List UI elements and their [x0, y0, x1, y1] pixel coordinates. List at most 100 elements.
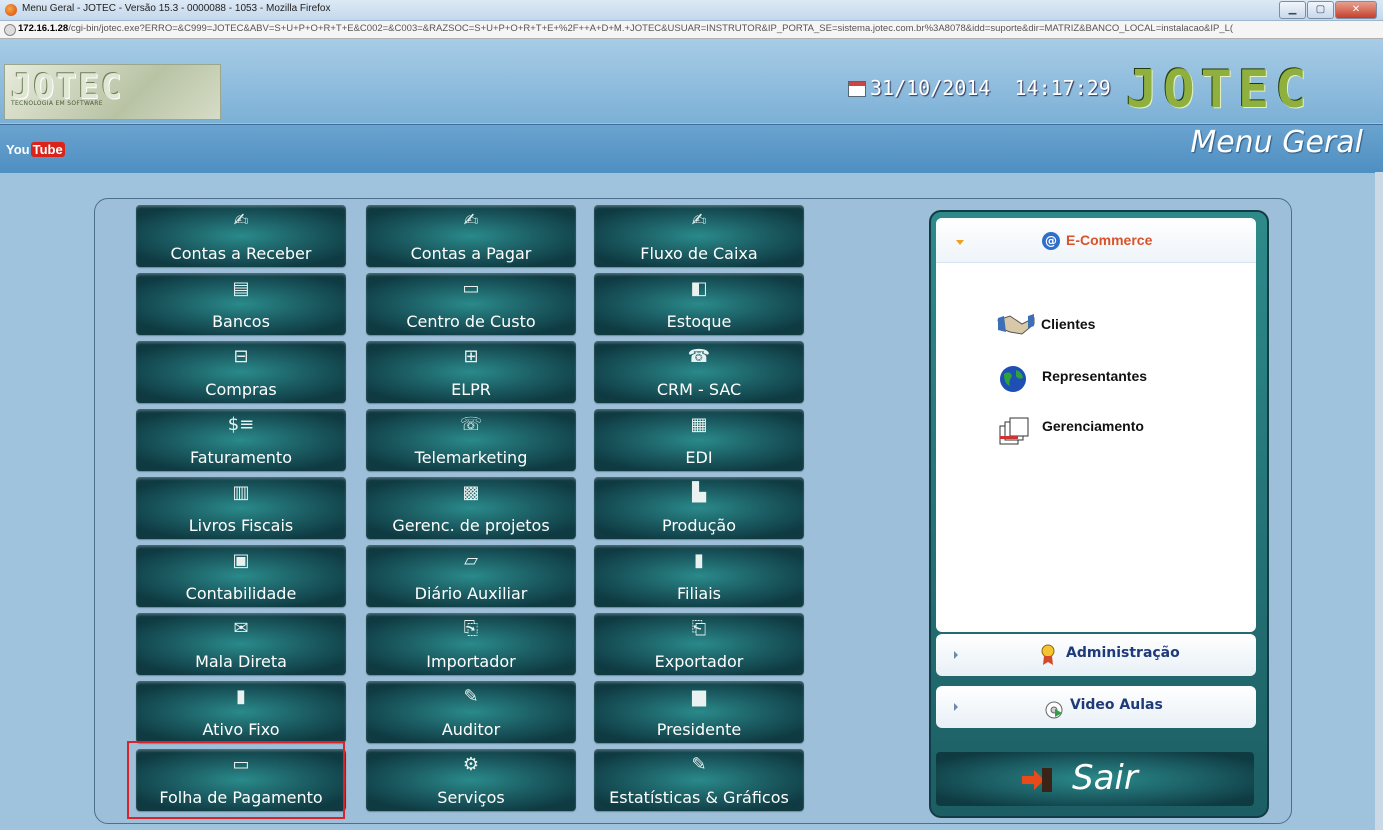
module-button[interactable]: ▙ Produção	[594, 477, 804, 539]
module-icon: ⊞	[463, 346, 479, 367]
sidebar-item-clientes[interactable]: Clientes	[1041, 316, 1095, 332]
module-label: Filiais	[677, 584, 721, 603]
module-label: Compras	[205, 380, 277, 399]
module-label: Gerenc. de projetos	[392, 516, 550, 535]
module-label: CRM - SAC	[656, 380, 742, 399]
module-button[interactable]: ✍ Fluxo de Caixa	[594, 205, 804, 267]
ecommerce-title: E-Commerce	[1066, 232, 1153, 248]
module-button[interactable]: ▮ Ativo Fixo	[136, 681, 346, 743]
module-label: Produção	[661, 516, 737, 535]
module-button[interactable]: ⊟ Compras	[136, 341, 346, 403]
collapse-arrow-icon	[954, 703, 958, 711]
sair-button[interactable]: Sair	[936, 752, 1254, 806]
module-icon: ☏	[459, 414, 483, 435]
handshake-icon	[997, 314, 1035, 335]
title-band	[0, 124, 1383, 173]
module-label: Bancos	[212, 312, 270, 331]
module-button[interactable]: ▮ Filiais	[594, 545, 804, 607]
url-text[interactable]: 172.16.1.28/cgi-bin/jotec.exe?ERRO=&C999…	[18, 23, 1378, 34]
module-button[interactable]: ⊞ ELPR	[366, 341, 576, 403]
module-label: Faturamento	[190, 448, 292, 467]
sidebar-item-representantes[interactable]: Representantes	[1042, 368, 1147, 384]
module-button[interactable]: ▥ Livros Fiscais	[136, 477, 346, 539]
module-icon: ✍	[463, 210, 479, 231]
module-label: Fluxo de Caixa	[640, 244, 758, 263]
brand-logo: JOTEC	[1126, 60, 1313, 120]
module-icon: ◧	[690, 278, 708, 299]
module-label: Contabilidade	[185, 584, 297, 603]
module-label: Ativo Fixo	[202, 720, 280, 739]
module-button[interactable]: ⚙ Serviços	[366, 749, 576, 811]
minimize-button[interactable]: ▁	[1279, 1, 1306, 19]
expand-arrow-icon	[956, 240, 964, 245]
module-button[interactable]: ▱ Diário Auxiliar	[366, 545, 576, 607]
maximize-button[interactable]: ▢	[1307, 1, 1334, 19]
youtube-link[interactable]: You Tube	[6, 142, 65, 157]
module-icon: ✍	[691, 210, 707, 231]
video-icon	[1045, 701, 1063, 719]
module-button[interactable]: ▦ EDI	[594, 409, 804, 471]
module-button[interactable]: ▆ Presidente	[594, 681, 804, 743]
url-path: /cgi-bin/jotec.exe?ERRO=&C999=JOTEC&ABV=…	[68, 23, 1234, 34]
module-icon: ▱	[464, 550, 478, 571]
module-label: Livros Fiscais	[188, 516, 294, 535]
module-icon: ▆	[692, 686, 706, 707]
at-icon: @	[1042, 232, 1060, 250]
module-label: EDI	[685, 448, 713, 467]
module-button[interactable]: ✎ Auditor	[366, 681, 576, 743]
module-label: Auditor	[441, 720, 501, 739]
module-button[interactable]: ▤ Bancos	[136, 273, 346, 335]
module-button[interactable]: ✍ Contas a Pagar	[366, 205, 576, 267]
youtube-tube: Tube	[30, 142, 65, 157]
module-icon: ▮	[694, 550, 704, 571]
page-scrollbar[interactable]	[1375, 172, 1383, 830]
module-button[interactable]: ⎗ Exportador	[594, 613, 804, 675]
sidebar-item-gerenciamento[interactable]: Gerenciamento	[1042, 418, 1144, 434]
jotec-logo: JOTEC TECNOLOGIA EM SOFTWARE	[4, 64, 221, 120]
module-label: Presidente	[656, 720, 742, 739]
module-icon: ✍	[233, 210, 249, 231]
module-button[interactable]: ☎ CRM - SAC	[594, 341, 804, 403]
module-button[interactable]: ☏ Telemarketing	[366, 409, 576, 471]
selection-highlight	[127, 741, 345, 819]
module-icon: ▤	[232, 278, 250, 299]
module-label: Diário Auxiliar	[414, 584, 528, 603]
module-icon: ▥	[232, 482, 250, 503]
module-button[interactable]: ▭ Centro de Custo	[366, 273, 576, 335]
administracao-title: Administração	[1066, 645, 1180, 661]
module-icon: ▩	[462, 482, 480, 503]
current-date: 31/10/2014	[870, 76, 991, 100]
url-host: 172.16.1.28	[18, 23, 69, 34]
date-time: 31/10/2014 14:17:29	[848, 76, 1111, 100]
module-label: Importador	[426, 652, 516, 671]
module-icon: $≡	[227, 414, 255, 435]
award-icon	[1041, 644, 1055, 665]
module-button[interactable]: ✍ Contas a Receber	[136, 205, 346, 267]
module-button[interactable]: ▣ Contabilidade	[136, 545, 346, 607]
administracao-section[interactable]: Administração	[936, 634, 1256, 676]
logo-subtitle: TECNOLOGIA EM SOFTWARE	[11, 100, 103, 107]
module-button[interactable]: ◧ Estoque	[594, 273, 804, 335]
firefox-icon	[5, 4, 17, 16]
module-icon: ✎	[463, 686, 479, 707]
module-button[interactable]: ⎘ Importador	[366, 613, 576, 675]
module-label: Estoque	[666, 312, 732, 331]
module-icon: ▦	[690, 414, 708, 435]
current-time: 14:17:29	[1014, 76, 1111, 100]
close-button[interactable]: ✕	[1335, 1, 1377, 19]
module-label: Exportador	[654, 652, 744, 671]
youtube-you: You	[6, 142, 30, 157]
collapse-arrow-icon	[954, 651, 958, 659]
site-info-icon[interactable]	[4, 24, 16, 36]
address-bar[interactable]: 172.16.1.28/cgi-bin/jotec.exe?ERRO=&C999…	[0, 21, 1383, 39]
module-button[interactable]: ✉ Mala Direta	[136, 613, 346, 675]
video-aulas-section[interactable]: Video Aulas	[936, 686, 1256, 728]
module-icon: ▭	[462, 278, 480, 299]
module-label: Serviços	[437, 788, 505, 807]
module-button[interactable]: $≡ Faturamento	[136, 409, 346, 471]
module-label: Centro de Custo	[406, 312, 536, 331]
ecommerce-header[interactable]: @ E-Commerce	[936, 218, 1256, 263]
module-button[interactable]: ✎ Estatísticas & Gráficos	[594, 749, 804, 811]
module-icon: ▣	[232, 550, 250, 571]
module-button[interactable]: ▩ Gerenc. de projetos	[366, 477, 576, 539]
